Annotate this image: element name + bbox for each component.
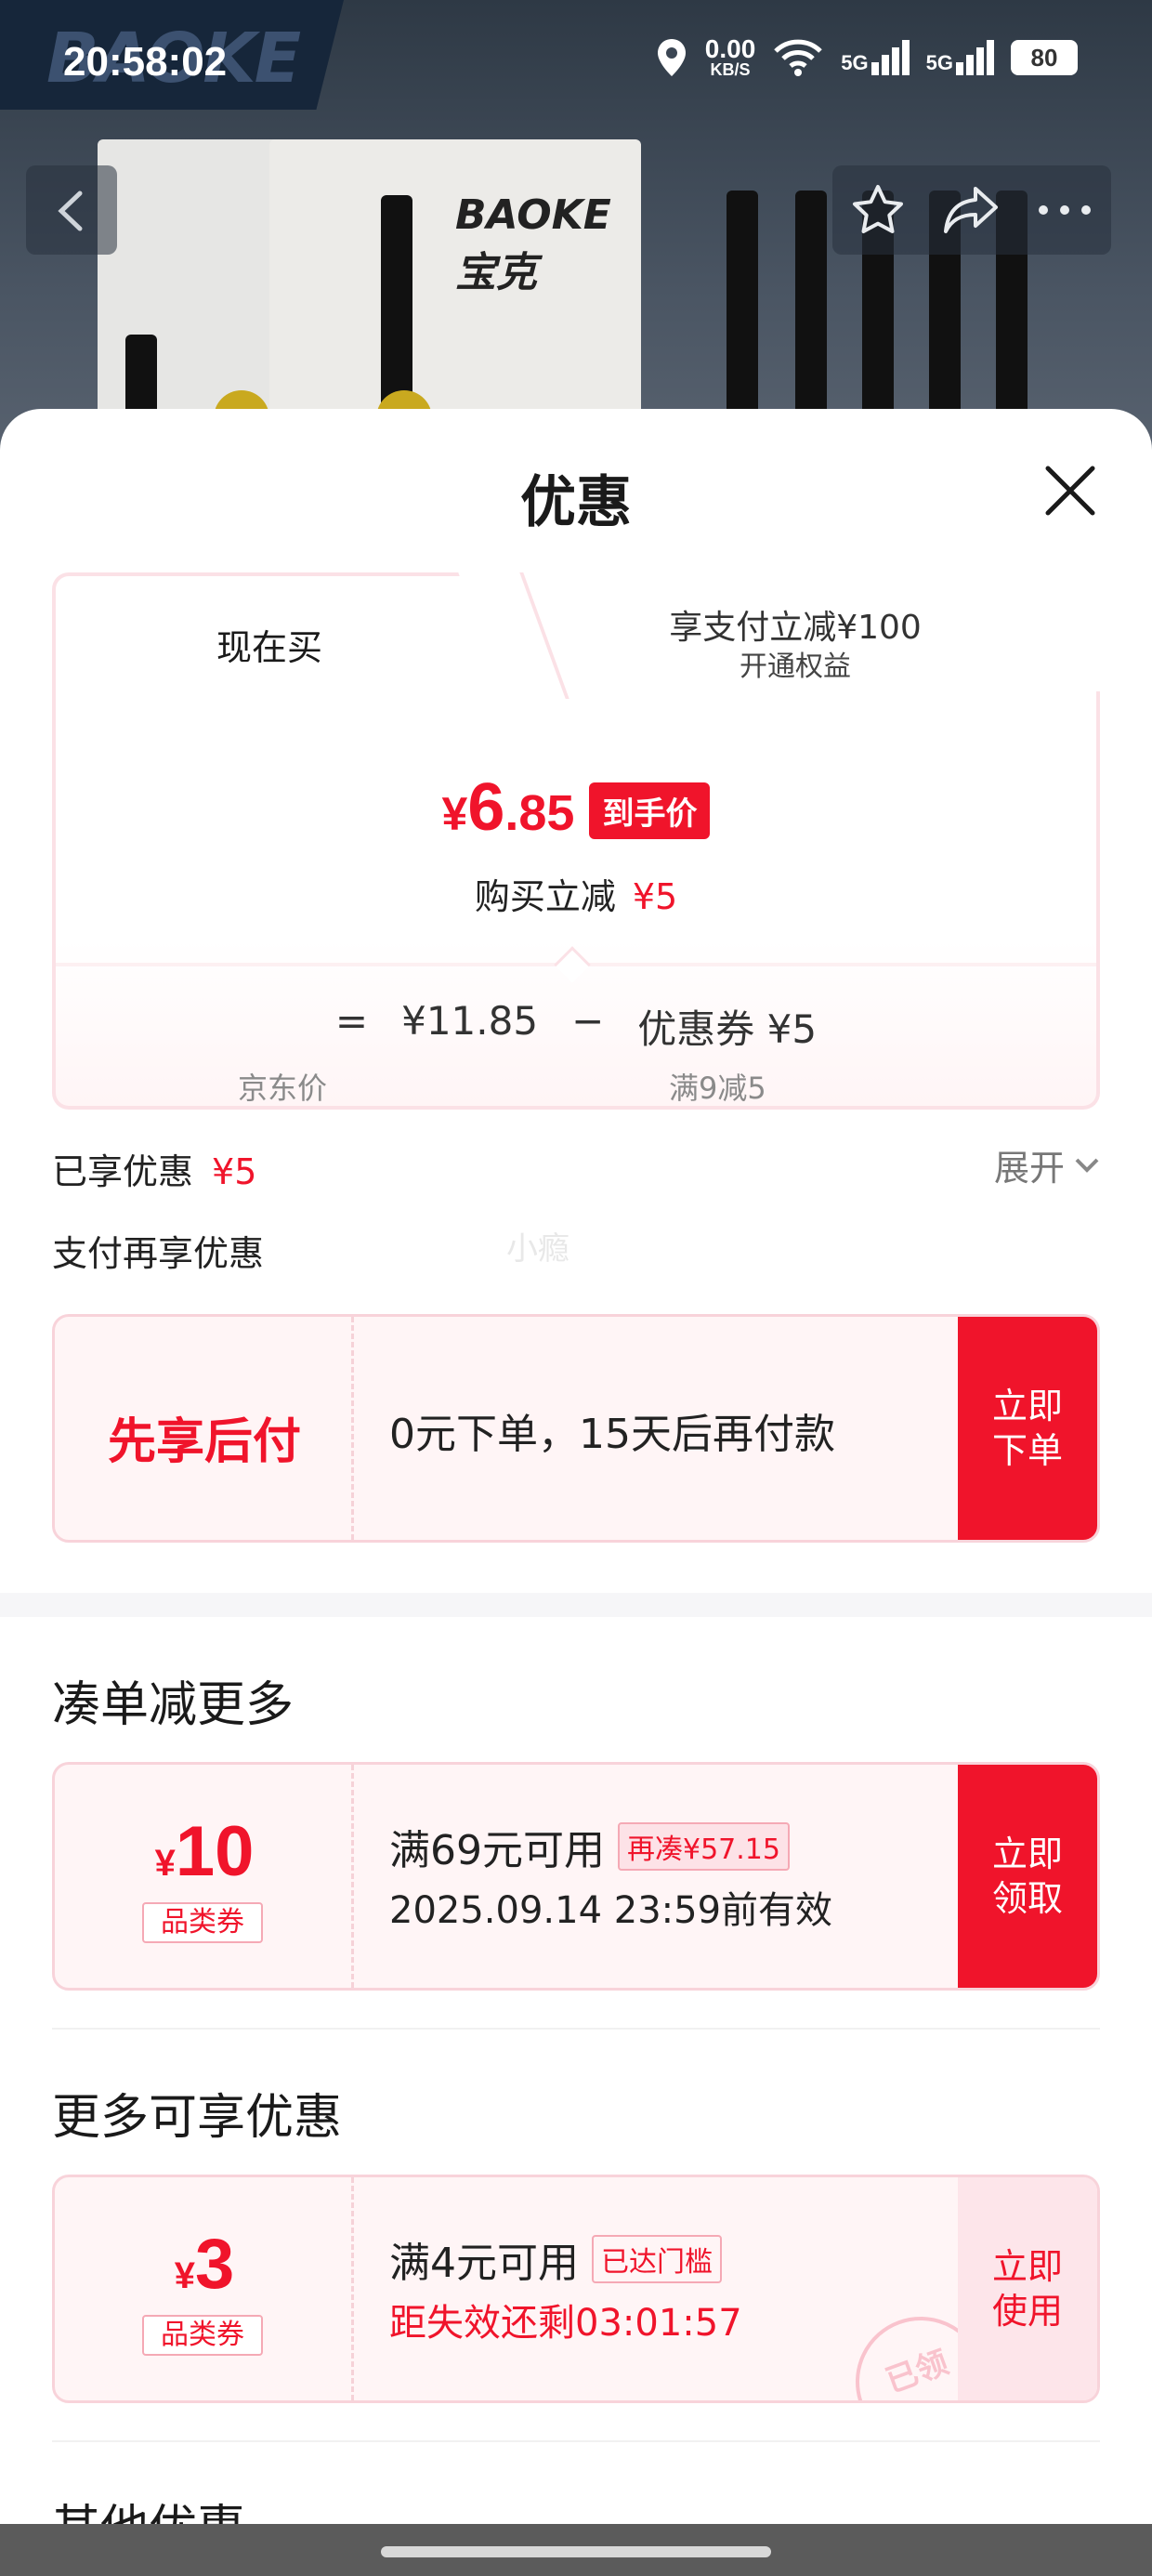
coupon-card: ¥3 品类券 满4元可用 已达门槛 距失效还剩03:01:57 已领 立即使用 bbox=[52, 2175, 1100, 2403]
bnpl-title: 先享后付 bbox=[107, 1414, 301, 1470]
bnpl-order-button[interactable]: 立即下单 bbox=[958, 1317, 1097, 1540]
pen bbox=[795, 191, 827, 432]
coupon-condition: 满69元可用 再凑¥57.15 bbox=[389, 1817, 790, 1876]
jd-price: ¥11.85 bbox=[401, 998, 539, 1044]
coupon-card: ¥10 品类券 满69元可用 再凑¥57.15 2025.09.14 23:59… bbox=[52, 1762, 1100, 1991]
coupon-validity: 2025.09.14 23:59前有效 bbox=[389, 1889, 833, 1932]
claim-coupon-button[interactable]: 立即领取 bbox=[958, 1765, 1097, 1988]
instant-reduce: 购买立减 ¥5 bbox=[474, 876, 678, 917]
coupon-threshold-tag: 已达门槛 bbox=[592, 2235, 722, 2283]
enjoyed-discount: 已享优惠 ¥5 bbox=[52, 1151, 257, 1192]
bnpl-description: 0元下单，15天后再付款 bbox=[389, 1411, 835, 1458]
chevron-left-icon bbox=[58, 191, 83, 231]
pay-more-label: 支付再享优惠 bbox=[52, 1233, 265, 1274]
coupon-countdown: 距失效还剩03:01:57 bbox=[389, 2302, 742, 2345]
wifi-icon bbox=[774, 39, 823, 76]
expand-button[interactable]: 展开 bbox=[994, 1139, 1100, 1190]
final-price-row: ¥6.85 到手价 bbox=[52, 770, 1100, 847]
use-coupon-button[interactable]: 立即使用 bbox=[958, 2177, 1097, 2400]
coupon-amount: 优惠券 ¥5 bbox=[637, 1006, 818, 1052]
star-icon[interactable] bbox=[850, 183, 906, 237]
coupon-type-tag: 品类券 bbox=[142, 2315, 263, 2356]
location-icon bbox=[657, 39, 686, 76]
chevron-down-icon bbox=[1075, 1158, 1099, 1173]
pen bbox=[727, 191, 758, 432]
screen: BAOKE宝克 BAOKE宝克 20:58:02 0.00 KB/S bbox=[0, 0, 1152, 2576]
final-price: ¥6.85 bbox=[441, 770, 575, 845]
signal-icon: 5G bbox=[926, 40, 994, 75]
sheet-title: 优惠 bbox=[520, 470, 632, 535]
more-icon[interactable] bbox=[1036, 204, 1093, 217]
watermark-text: 小瘾 bbox=[506, 1230, 569, 1268]
bnpl-left: 先享后付 bbox=[55, 1317, 354, 1540]
section-title-more-discounts: 更多可享优惠 bbox=[52, 2090, 343, 2146]
tab-pay-discount-sublabel: 开通权益 bbox=[740, 651, 851, 683]
signal-icon: 5G bbox=[841, 40, 910, 75]
clock: 20:58:02 bbox=[63, 39, 228, 85]
section-gap bbox=[0, 1593, 1152, 1617]
divider bbox=[52, 2028, 1100, 2030]
bnpl-card: 先享后付 0元下单，15天后再付款 立即下单 bbox=[52, 1314, 1100, 1543]
coupon-value: ¥3 品类券 bbox=[55, 2177, 354, 2400]
section-title-more-order: 凑单减更多 bbox=[52, 1677, 295, 1733]
final-price-badge: 到手价 bbox=[589, 782, 711, 839]
status-bar: 20:58:02 0.00 KB/S 5G 5G 80 bbox=[0, 0, 1152, 110]
box-brand-label: BAOKE宝克 bbox=[455, 191, 611, 296]
back-button[interactable] bbox=[26, 165, 117, 255]
coupon-condition: 满4元可用 已达门槛 bbox=[389, 2229, 722, 2289]
share-icon[interactable] bbox=[942, 185, 1000, 235]
formula-minus: − bbox=[571, 998, 605, 1044]
battery-icon: 80 bbox=[1011, 40, 1078, 75]
coupon-condition-label: 满9减5 bbox=[669, 1071, 766, 1106]
coupon-gap-tag: 再凑¥57.15 bbox=[618, 1822, 790, 1871]
coupon-value: ¥10 品类券 bbox=[55, 1765, 354, 1988]
top-actions bbox=[832, 165, 1111, 255]
tab-pay-discount-label: 享支付立减¥100 bbox=[669, 609, 922, 647]
close-icon[interactable] bbox=[1041, 461, 1100, 520]
tab-buy-now-label: 现在买 bbox=[216, 627, 322, 668]
coupon-amount: ¥10 bbox=[154, 1812, 255, 1891]
price-formula: = ¥11.85 − 优惠券 ¥5 bbox=[52, 998, 1100, 1055]
pen bbox=[381, 195, 412, 418]
divider bbox=[52, 2440, 1100, 2442]
formula-equals: = bbox=[334, 998, 369, 1044]
home-indicator[interactable] bbox=[381, 2546, 771, 2557]
price-card: 现在买 享支付立减¥100 开通权益 ¥6.85 到手价 购买立减 ¥5 = ¥1… bbox=[52, 572, 1100, 1110]
gesture-bar bbox=[0, 2524, 1152, 2576]
jd-price-label: 京东价 bbox=[238, 1071, 328, 1106]
tab-buy-now[interactable]: 现在买 bbox=[52, 572, 569, 699]
discount-sheet: 优惠 现在买 享支付立减¥100 开通权益 ¥6.85 到手价 购买立减¥5 bbox=[0, 409, 1152, 2576]
coupon-amount: ¥3 bbox=[174, 2225, 235, 2304]
coupon-type-tag: 品类券 bbox=[142, 1902, 263, 1943]
net-speed: 0.00 KB/S bbox=[704, 34, 756, 79]
